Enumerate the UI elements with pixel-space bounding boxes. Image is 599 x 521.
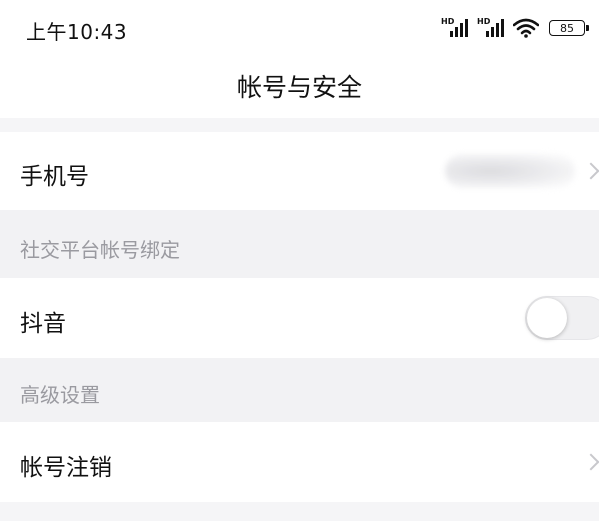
chevron-right-icon (582, 162, 599, 180)
phone-number-row[interactable]: 手机号 (0, 132, 599, 210)
douyin-toggle[interactable] (525, 296, 599, 340)
section-header-social: 社交平台帐号绑定 (0, 210, 599, 278)
signal-hd-label: HD (441, 17, 455, 26)
toggle-knob (527, 298, 567, 338)
cancel-account-label: 帐号注销 (20, 455, 112, 481)
nav-bar: 帐号与安全 (0, 58, 599, 118)
status-icons: HD HD 85 (441, 14, 589, 42)
hd-signal-icon: HD (441, 17, 471, 39)
status-bar: 上午10:43 HD HD 85 (0, 0, 599, 58)
section-header-advanced: 高级设置 (0, 358, 599, 422)
status-time: 上午10:43 (26, 20, 128, 44)
page-title: 帐号与安全 (236, 73, 362, 102)
phone-number-label: 手机号 (20, 164, 89, 190)
douyin-row: 抖音 (0, 278, 599, 358)
signal-hd-label: HD (477, 17, 491, 26)
battery-icon: 85 (549, 20, 589, 36)
douyin-label: 抖音 (20, 311, 66, 337)
battery-level: 85 (560, 21, 574, 35)
phone-number-value-blurred (445, 154, 575, 188)
account-security-screen: 上午10:43 HD HD 85 帐号与安全 手机号 社交平台帐号绑定 抖音 高… (0, 0, 599, 521)
section-label-advanced: 高级设置 (20, 383, 100, 407)
wifi-icon (513, 18, 539, 38)
hd-signal-icon: HD (477, 17, 507, 39)
chevron-right-icon (582, 453, 599, 471)
cancel-account-row[interactable]: 帐号注销 (0, 422, 599, 502)
section-label-social: 社交平台帐号绑定 (20, 238, 180, 262)
